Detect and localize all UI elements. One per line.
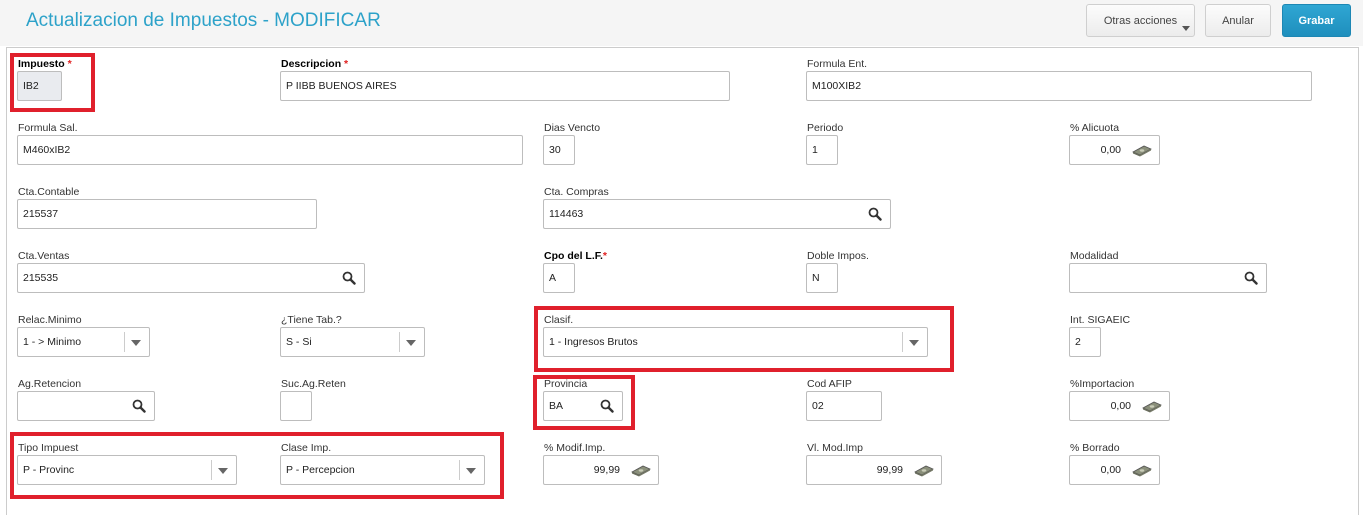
provincia-label: Provincia — [544, 378, 588, 390]
suc-ag-reten-label: Suc.Ag.Reten — [281, 378, 346, 390]
vl-mod-imp-field[interactable]: 99,99 — [806, 455, 942, 485]
tiene-tab-select[interactable]: S - Si — [280, 327, 425, 357]
tiene-tab-label: ¿Tiene Tab.? — [281, 314, 342, 326]
provincia-value: BA — [549, 400, 564, 412]
formula-ent-field[interactable]: M100XIB2 — [806, 71, 1312, 101]
doble-impos-field[interactable]: N — [806, 263, 838, 293]
clase-imp-select[interactable]: P - Percepcion — [280, 455, 485, 485]
formula-sal-label: Formula Sal. — [18, 122, 78, 134]
cod-afip-label: Cod AFIP — [807, 378, 852, 390]
money-icon[interactable] — [1142, 400, 1162, 413]
clasif-select[interactable]: 1 - Ingresos Brutos — [543, 327, 928, 357]
periodo-label: Periodo — [807, 122, 844, 134]
borrado-field[interactable]: 0,00 — [1069, 455, 1160, 485]
clase-imp-label: Clase Imp. — [281, 442, 332, 454]
cpo-lf-label: Cpo del L.F.* — [544, 250, 608, 262]
clasif-label: Clasif. — [544, 314, 574, 326]
money-icon[interactable] — [1132, 144, 1152, 157]
search-icon[interactable] — [342, 271, 356, 285]
cta-compras-label: Cta. Compras — [544, 186, 609, 198]
ag-retencion-field[interactable] — [17, 391, 155, 421]
relac-minimo-value: 1 - > Minimo — [23, 336, 82, 348]
money-icon[interactable] — [631, 464, 651, 477]
search-icon[interactable] — [132, 399, 146, 413]
cta-ventas-field[interactable]: 215535 — [17, 263, 365, 293]
periodo-field[interactable]: 1 — [806, 135, 838, 165]
impuesto-field[interactable]: IB2 — [17, 71, 62, 101]
grabar-button[interactable]: Grabar — [1282, 4, 1351, 37]
impuesto-label: Impuesto * — [18, 58, 72, 70]
page-header: Actualizacion de Impuestos - MODIFICAR O… — [0, 0, 1363, 46]
descripcion-field[interactable]: P IIBB BUENOS AIRES — [280, 71, 730, 101]
cta-contable-label: Cta.Contable — [18, 186, 80, 198]
alicuota-field[interactable]: 0,00 — [1069, 135, 1160, 165]
otras-acciones-button[interactable]: Otras acciones — [1086, 4, 1195, 37]
money-icon[interactable] — [1132, 464, 1152, 477]
cpo-lf-field[interactable]: A — [543, 263, 575, 293]
int-sigaeic-field[interactable]: 2 — [1069, 327, 1101, 357]
formula-sal-field[interactable]: M460xIB2 — [17, 135, 523, 165]
clasif-value: 1 - Ingresos Brutos — [549, 336, 638, 348]
relac-minimo-label: Relac.Minimo — [18, 314, 82, 326]
chevron-down-icon[interactable] — [466, 468, 476, 474]
doble-impos-label: Doble Impos. — [807, 250, 869, 262]
provincia-field[interactable]: BA — [543, 391, 623, 421]
dias-vencto-label: Dias Vencto — [544, 122, 601, 134]
modif-imp-value: 99,99 — [593, 464, 620, 476]
tiene-tab-value: S - Si — [286, 336, 312, 348]
chevron-down-icon[interactable] — [406, 340, 416, 346]
descripcion-label: Descripcion * — [281, 58, 349, 70]
borrado-value: 0,00 — [1100, 464, 1121, 476]
cta-ventas-label: Cta.Ventas — [18, 250, 70, 262]
suc-ag-reten-field[interactable] — [280, 391, 312, 421]
importacion-value: 0,00 — [1110, 400, 1131, 412]
tipo-impuest-value: P - Provinc — [23, 464, 75, 476]
alicuota-value: 0,00 — [1100, 144, 1121, 156]
cta-compras-field[interactable]: 114463 — [543, 199, 891, 229]
anular-button[interactable]: Anular — [1205, 4, 1271, 37]
tipo-impuest-label: Tipo Impuest — [18, 442, 79, 454]
chevron-down-icon — [1182, 26, 1190, 31]
cta-ventas-value: 215535 — [23, 272, 59, 284]
borrado-label: % Borrado — [1070, 442, 1120, 454]
modif-imp-field[interactable]: 99,99 — [543, 455, 659, 485]
search-icon[interactable] — [868, 207, 882, 221]
chevron-down-icon[interactable] — [131, 340, 141, 346]
int-sigaeic-label: Int. SIGAEIC — [1070, 314, 1131, 326]
modalidad-label: Modalidad — [1070, 250, 1119, 262]
clase-imp-value: P - Percepcion — [286, 464, 355, 476]
chevron-down-icon[interactable] — [909, 340, 919, 346]
chevron-down-icon[interactable] — [218, 468, 228, 474]
relac-minimo-select[interactable]: 1 - > Minimo — [17, 327, 150, 357]
cod-afip-field[interactable]: 02 — [806, 391, 882, 421]
tipo-impuest-select[interactable]: P - Provinc — [17, 455, 237, 485]
cta-compras-value: 114463 — [549, 208, 584, 220]
ag-retencion-label: Ag.Retencion — [18, 378, 82, 390]
importacion-label: %Importacion — [1070, 378, 1135, 390]
modalidad-field[interactable] — [1069, 263, 1267, 293]
otras-acciones-label: Otras acciones — [1103, 14, 1178, 27]
formula-ent-label: Formula Ent. — [807, 58, 868, 70]
dias-vencto-field[interactable]: 30 — [543, 135, 575, 165]
modif-imp-label: % Modif.Imp. — [544, 442, 606, 454]
alicuota-label: % Alicuota — [1070, 122, 1120, 134]
search-icon[interactable] — [600, 399, 614, 413]
vl-mod-imp-label: Vl. Mod.Imp — [807, 442, 864, 454]
money-icon[interactable] — [914, 464, 934, 477]
search-icon[interactable] — [1244, 271, 1258, 285]
cta-contable-field[interactable]: 215537 — [17, 199, 317, 229]
page-title: Actualizacion de Impuestos - MODIFICAR — [26, 10, 381, 31]
importacion-field[interactable]: 0,00 — [1069, 391, 1170, 421]
vl-mod-imp-value: 99,99 — [876, 464, 903, 476]
